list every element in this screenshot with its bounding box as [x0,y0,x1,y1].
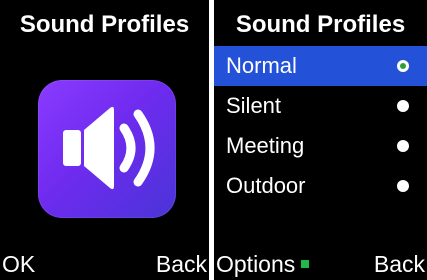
profile-label: Normal [226,53,297,78]
profile-item-outdoor[interactable]: Outdoor [214,166,427,206]
radio-unchecked-icon[interactable] [397,180,409,192]
options-softkey[interactable]: Options [216,250,310,278]
radio-unchecked-icon[interactable] [397,140,409,152]
radio-unchecked-icon[interactable] [397,100,409,112]
sound-profiles-screen-right: Sound Profiles Normal Silent Meeting Out… [214,0,427,280]
profile-item-meeting[interactable]: Meeting [214,126,427,166]
profile-item-normal[interactable]: Normal [214,46,427,86]
radio-checked-icon[interactable] [397,60,409,72]
profile-list: Normal Silent Meeting Outdoor [214,46,427,206]
ok-softkey[interactable]: OK [2,250,35,278]
back-softkey[interactable]: Back [374,250,425,278]
profile-label: Outdoor [226,173,306,198]
speaker-volume-icon[interactable] [38,80,176,218]
profile-item-silent[interactable]: Silent [214,86,427,126]
sound-profiles-screen-left: Sound Profiles OK Back [0,0,209,280]
page-title: Sound Profiles [235,11,406,38]
back-softkey[interactable]: Back [156,250,207,278]
page-title: Sound Profiles [19,11,190,38]
options-label: Options [216,251,296,277]
profile-label: Silent [226,93,282,118]
profile-label: Meeting [226,133,305,158]
options-indicator-icon [301,259,310,268]
